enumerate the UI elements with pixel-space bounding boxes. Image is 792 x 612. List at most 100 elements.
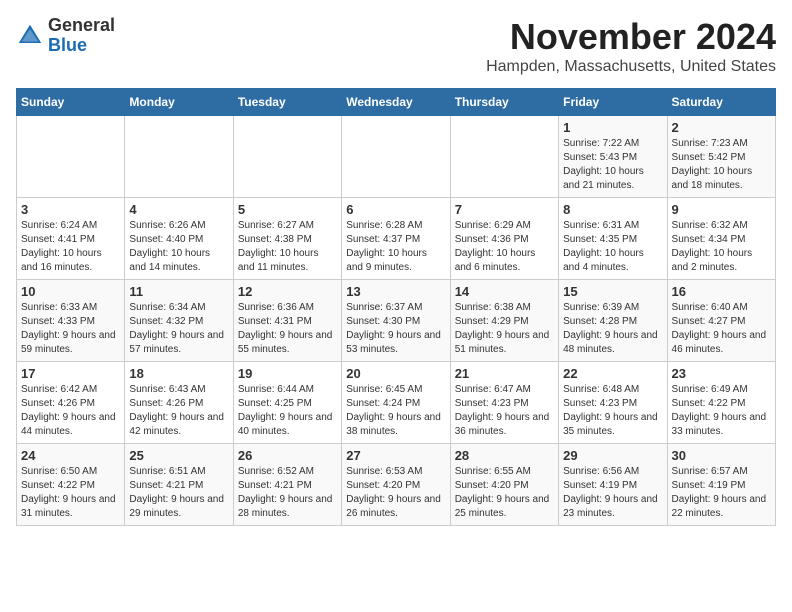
calendar-cell: [233, 116, 341, 198]
day-number: 7: [455, 202, 554, 217]
calendar-cell: 17 Sunrise: 6:42 AM Sunset: 4:26 PM Dayli…: [17, 362, 125, 444]
day-info: Sunrise: 6:37 AM Sunset: 4:30 PM Dayligh…: [346, 301, 445, 357]
day-info: Sunrise: 6:53 AM Sunset: 4:20 PM Dayligh…: [346, 465, 445, 521]
calendar-cell: 10 Sunrise: 6:33 AM Sunset: 4:33 PM Dayli…: [17, 280, 125, 362]
calendar-week-row: 24Sunrise: 6:50 AM Sunset: 4:22 PM Dayli…: [17, 444, 776, 526]
calendar-cell: 15 Sunrise: 6:39 AM Sunset: 4:28 PM Dayli…: [559, 280, 667, 362]
day-info: Sunrise: 7:23 AM Sunset: 5:42 PM Dayligh…: [672, 137, 771, 193]
calendar-cell: 4 Sunrise: 6:26 AM Sunset: 4:40 PM Daylig…: [125, 198, 233, 280]
day-number: 26: [238, 448, 337, 463]
calendar-week-row: 1 Sunrise: 7:22 AM Sunset: 5:43 PM Daylig…: [17, 116, 776, 198]
logo-text: General Blue: [48, 16, 115, 56]
calendar-cell: 1 Sunrise: 7:22 AM Sunset: 5:43 PM Daylig…: [559, 116, 667, 198]
day-number: 6: [346, 202, 445, 217]
logo-icon: [16, 22, 44, 50]
calendar-cell: 18 Sunrise: 6:43 AM Sunset: 4:26 PM Dayli…: [125, 362, 233, 444]
calendar-week-row: 17 Sunrise: 6:42 AM Sunset: 4:26 PM Dayli…: [17, 362, 776, 444]
calendar-cell: 29Sunrise: 6:56 AM Sunset: 4:19 PM Dayli…: [559, 444, 667, 526]
calendar-cell: 24Sunrise: 6:50 AM Sunset: 4:22 PM Dayli…: [17, 444, 125, 526]
day-number: 18: [129, 366, 228, 381]
day-of-week-header: Saturday: [667, 89, 775, 116]
day-info: Sunrise: 6:49 AM Sunset: 4:22 PM Dayligh…: [672, 383, 771, 439]
day-number: 8: [563, 202, 662, 217]
calendar-cell: 28 Sunrise: 6:55 AM Sunset: 4:20 PM Dayli…: [450, 444, 558, 526]
day-number: 22: [563, 366, 662, 381]
day-info: Sunrise: 6:42 AM Sunset: 4:26 PM Dayligh…: [21, 383, 120, 439]
calendar-cell: [450, 116, 558, 198]
day-number: 9: [672, 202, 771, 217]
day-info: Sunrise: 6:40 AM Sunset: 4:27 PM Dayligh…: [672, 301, 771, 357]
calendar-cell: [125, 116, 233, 198]
day-info: Sunrise: 6:55 AM Sunset: 4:20 PM Dayligh…: [455, 465, 554, 521]
day-number: 17: [21, 366, 120, 381]
day-number: 27: [346, 448, 445, 463]
calendar-cell: 3Sunrise: 6:24 AM Sunset: 4:41 PM Daylig…: [17, 198, 125, 280]
calendar-cell: 9 Sunrise: 6:32 AM Sunset: 4:34 PM Daylig…: [667, 198, 775, 280]
day-number: 5: [238, 202, 337, 217]
calendar-cell: 16 Sunrise: 6:40 AM Sunset: 4:27 PM Dayli…: [667, 280, 775, 362]
calendar-cell: 8Sunrise: 6:31 AM Sunset: 4:35 PM Daylig…: [559, 198, 667, 280]
day-info: Sunrise: 7:22 AM Sunset: 5:43 PM Dayligh…: [563, 137, 662, 193]
day-number: 12: [238, 284, 337, 299]
location-title: Hampden, Massachusetts, United States: [486, 58, 776, 76]
logo-general: General: [48, 15, 115, 35]
calendar-cell: 19Sunrise: 6:44 AM Sunset: 4:25 PM Dayli…: [233, 362, 341, 444]
day-info: Sunrise: 6:29 AM Sunset: 4:36 PM Dayligh…: [455, 219, 554, 275]
day-number: 4: [129, 202, 228, 217]
calendar-body: 1 Sunrise: 7:22 AM Sunset: 5:43 PM Daylig…: [17, 116, 776, 526]
day-number: 29: [563, 448, 662, 463]
day-number: 10: [21, 284, 120, 299]
title-area: November 2024 Hampden, Massachusetts, Un…: [486, 16, 776, 76]
calendar-cell: 22 Sunrise: 6:48 AM Sunset: 4:23 PM Dayli…: [559, 362, 667, 444]
day-number: 28: [455, 448, 554, 463]
logo: General Blue: [16, 16, 115, 56]
calendar-week-row: 10 Sunrise: 6:33 AM Sunset: 4:33 PM Dayli…: [17, 280, 776, 362]
calendar-cell: 25Sunrise: 6:51 AM Sunset: 4:21 PM Dayli…: [125, 444, 233, 526]
day-of-week-header: Thursday: [450, 89, 558, 116]
day-number: 30: [672, 448, 771, 463]
day-number: 23: [672, 366, 771, 381]
day-info: Sunrise: 6:33 AM Sunset: 4:33 PM Dayligh…: [21, 301, 120, 357]
day-number: 25: [129, 448, 228, 463]
day-number: 13: [346, 284, 445, 299]
day-number: 20: [346, 366, 445, 381]
calendar-cell: [17, 116, 125, 198]
day-number: 11: [129, 284, 228, 299]
calendar-header-row: SundayMondayTuesdayWednesdayThursdayFrid…: [17, 89, 776, 116]
day-number: 24: [21, 448, 120, 463]
calendar-cell: 5Sunrise: 6:27 AM Sunset: 4:38 PM Daylig…: [233, 198, 341, 280]
day-info: Sunrise: 6:24 AM Sunset: 4:41 PM Dayligh…: [21, 219, 120, 275]
day-number: 21: [455, 366, 554, 381]
day-info: Sunrise: 6:38 AM Sunset: 4:29 PM Dayligh…: [455, 301, 554, 357]
day-info: Sunrise: 6:52 AM Sunset: 4:21 PM Dayligh…: [238, 465, 337, 521]
day-number: 1: [563, 120, 662, 135]
month-title: November 2024: [486, 16, 776, 58]
day-info: Sunrise: 6:47 AM Sunset: 4:23 PM Dayligh…: [455, 383, 554, 439]
header: General Blue November 2024 Hampden, Mass…: [16, 16, 776, 76]
calendar-cell: 30 Sunrise: 6:57 AM Sunset: 4:19 PM Dayli…: [667, 444, 775, 526]
day-of-week-header: Sunday: [17, 89, 125, 116]
day-info: Sunrise: 6:34 AM Sunset: 4:32 PM Dayligh…: [129, 301, 228, 357]
calendar-table: SundayMondayTuesdayWednesdayThursdayFrid…: [16, 88, 776, 526]
day-info: Sunrise: 6:32 AM Sunset: 4:34 PM Dayligh…: [672, 219, 771, 275]
calendar-cell: 27 Sunrise: 6:53 AM Sunset: 4:20 PM Dayli…: [342, 444, 450, 526]
day-info: Sunrise: 6:28 AM Sunset: 4:37 PM Dayligh…: [346, 219, 445, 275]
day-info: Sunrise: 6:39 AM Sunset: 4:28 PM Dayligh…: [563, 301, 662, 357]
day-of-week-header: Monday: [125, 89, 233, 116]
day-info: Sunrise: 6:48 AM Sunset: 4:23 PM Dayligh…: [563, 383, 662, 439]
day-info: Sunrise: 6:57 AM Sunset: 4:19 PM Dayligh…: [672, 465, 771, 521]
day-number: 19: [238, 366, 337, 381]
calendar-week-row: 3Sunrise: 6:24 AM Sunset: 4:41 PM Daylig…: [17, 198, 776, 280]
day-info: Sunrise: 6:36 AM Sunset: 4:31 PM Dayligh…: [238, 301, 337, 357]
day-info: Sunrise: 6:26 AM Sunset: 4:40 PM Dayligh…: [129, 219, 228, 275]
calendar-cell: 13 Sunrise: 6:37 AM Sunset: 4:30 PM Dayli…: [342, 280, 450, 362]
day-number: 16: [672, 284, 771, 299]
calendar-cell: 21 Sunrise: 6:47 AM Sunset: 4:23 PM Dayli…: [450, 362, 558, 444]
calendar-cell: 14 Sunrise: 6:38 AM Sunset: 4:29 PM Dayli…: [450, 280, 558, 362]
day-number: 14: [455, 284, 554, 299]
day-info: Sunrise: 6:43 AM Sunset: 4:26 PM Dayligh…: [129, 383, 228, 439]
calendar-cell: 2Sunrise: 7:23 AM Sunset: 5:42 PM Daylig…: [667, 116, 775, 198]
day-of-week-header: Tuesday: [233, 89, 341, 116]
day-of-week-header: Wednesday: [342, 89, 450, 116]
day-number: 15: [563, 284, 662, 299]
